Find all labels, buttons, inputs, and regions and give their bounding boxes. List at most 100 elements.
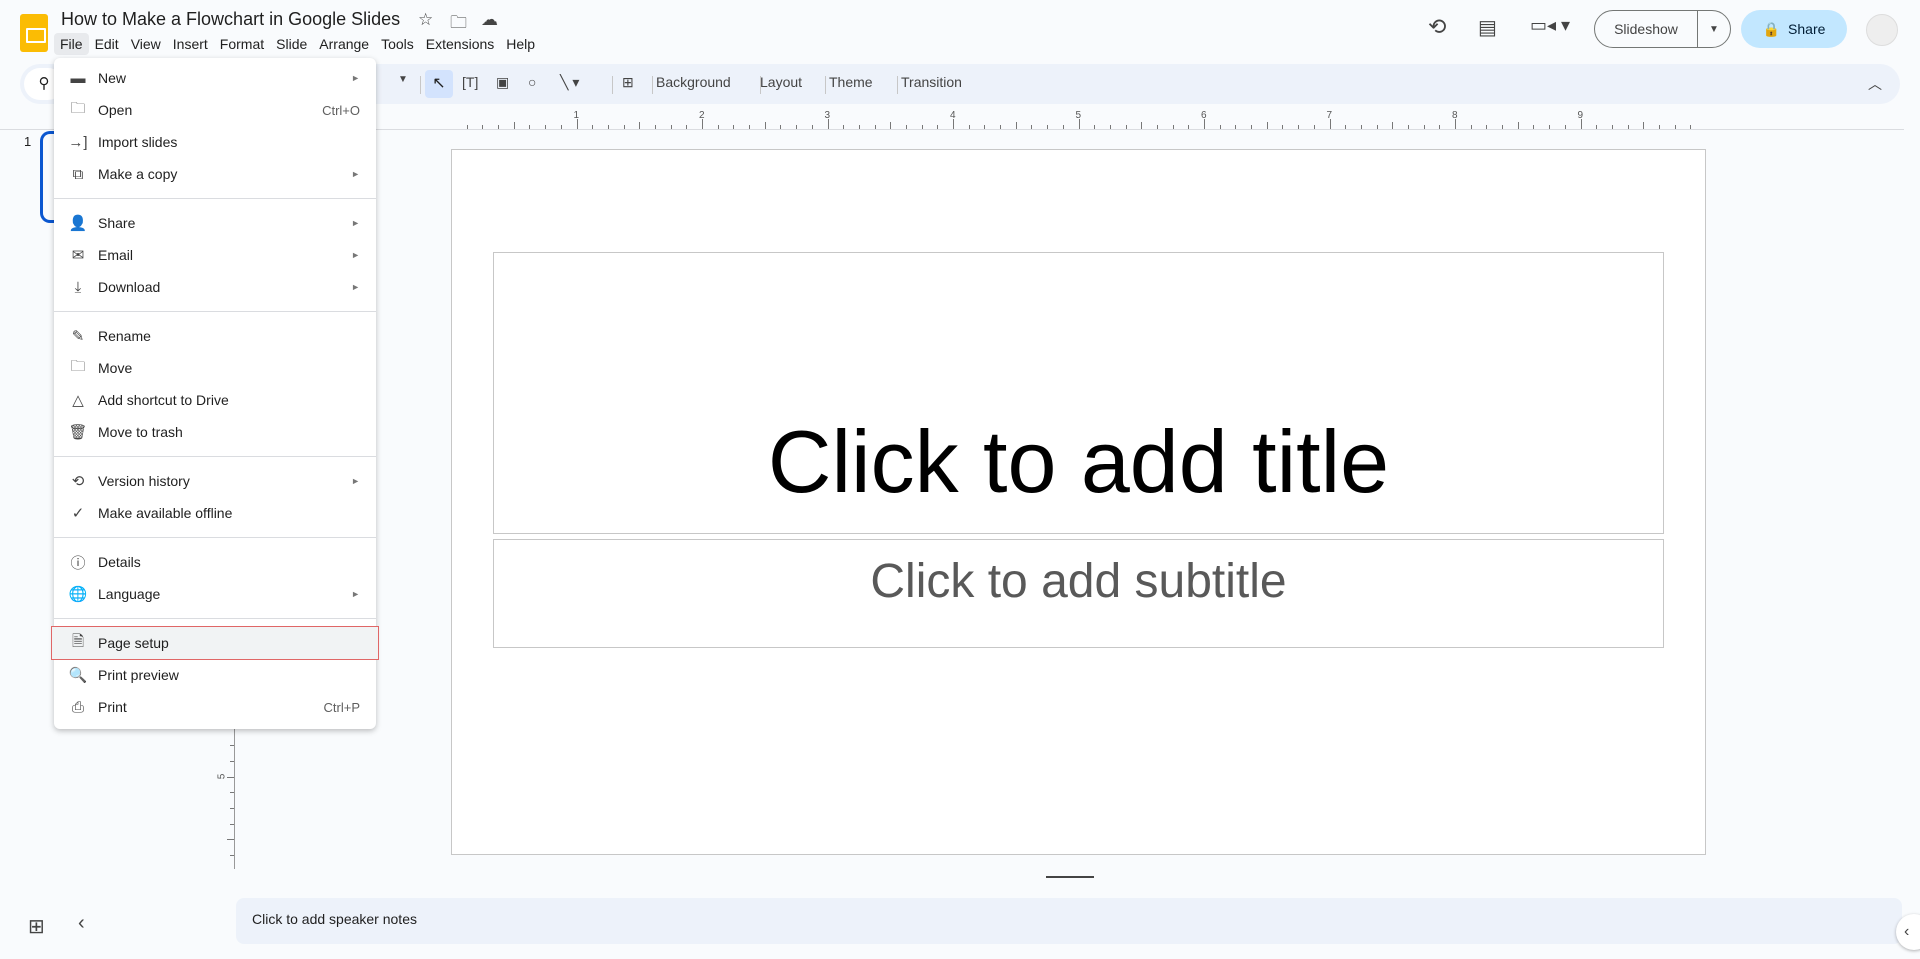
ruler-tick: [513, 122, 515, 129]
background-button[interactable]: Background: [656, 74, 731, 90]
speaker-notes[interactable]: Click to add speaker notes: [236, 898, 1902, 944]
menu-item-print-preview[interactable]: 🔍 Print preview: [54, 659, 376, 691]
ruler-tick: [670, 125, 672, 129]
menu-item-new[interactable]: ▬ New ►: [54, 62, 376, 94]
zoom-dropdown-icon[interactable]: ▼: [398, 74, 408, 85]
transition-button[interactable]: Transition: [901, 74, 962, 90]
slides-logo[interactable]: [20, 14, 48, 52]
insert-image-icon[interactable]: ▣: [496, 74, 509, 91]
collapse-toolbar-icon[interactable]: ︿: [1868, 74, 1882, 94]
ruler-tick: [1549, 125, 1551, 129]
ruler-tick: [984, 125, 986, 129]
submenu-arrow-icon: ►: [351, 589, 360, 599]
menu-item-label: Download: [98, 279, 161, 295]
ruler-label: 8: [1452, 110, 1458, 121]
ruler-tick: [749, 125, 751, 129]
menubar: File Edit View Insert Format Slide Arrange Tool…: [54, 33, 541, 55]
layout-button[interactable]: Layout: [760, 74, 802, 90]
shape-icon[interactable]: ○: [528, 74, 536, 90]
menu-item-share[interactable]: 👤 Share ►: [54, 207, 376, 239]
submenu-arrow-icon: ►: [351, 250, 360, 260]
menu-file[interactable]: File: [54, 33, 89, 55]
slide-canvas[interactable]: Click to add title Click to add subtitle: [451, 149, 1706, 855]
comments-icon[interactable]: ▤: [1478, 15, 1497, 40]
title-placeholder[interactable]: Click to add title: [493, 252, 1664, 534]
ruler-tick: [1219, 125, 1221, 129]
menu-item-label: Make available offline: [98, 505, 233, 521]
ruler-tick: [592, 125, 594, 129]
menu-item-label: Print preview: [98, 667, 179, 683]
ruler-tick: [227, 839, 234, 841]
horizontal-ruler[interactable]: 1 2 3 4 5 6 7 8 9: [451, 110, 1706, 130]
menu-format[interactable]: Format: [214, 33, 270, 55]
ruler-tick: [1643, 122, 1645, 129]
subtitle-placeholder[interactable]: Click to add subtitle: [493, 539, 1664, 648]
slideshow-dropdown-icon[interactable]: ▼: [1697, 11, 1730, 47]
submenu-arrow-icon: ►: [351, 476, 360, 486]
menu-item-label: Page setup: [98, 635, 169, 651]
menu-item-print[interactable]: ⎙ Print Ctrl+P: [54, 691, 376, 723]
collapse-filmstrip-icon[interactable]: ‹: [78, 912, 85, 935]
add-comment-icon[interactable]: ⊞: [622, 74, 634, 91]
select-tool-icon[interactable]: ↖: [425, 70, 453, 98]
menu-item-rename[interactable]: ✎ Rename: [54, 320, 376, 352]
menu-item-download[interactable]: ⤓ Download ►: [54, 271, 376, 303]
menu-insert[interactable]: Insert: [167, 33, 214, 55]
ruler-tick: [717, 125, 719, 129]
theme-button[interactable]: Theme: [829, 74, 873, 90]
menu-item-make-a-copy[interactable]: ⧉ Make a copy ►: [54, 158, 376, 190]
menu-item-make-available-offline[interactable]: ✓ Make available offline: [54, 497, 376, 529]
menu-edit[interactable]: Edit: [89, 33, 125, 55]
shortcut-label: Ctrl+P: [323, 699, 360, 715]
slideshow-button[interactable]: Slideshow ▼: [1594, 10, 1731, 48]
text-box-icon[interactable]: [T]: [462, 74, 478, 90]
ruler-tick: [1486, 125, 1488, 129]
ruler-tick: [1266, 122, 1268, 129]
menu-item-page-setup[interactable]: 🗎 Page setup: [51, 626, 379, 660]
ruler-tick: [1125, 125, 1127, 129]
avatar[interactable]: [1866, 14, 1898, 46]
menu-item-move[interactable]: 🗀 Move: [54, 352, 376, 384]
menu-extensions[interactable]: Extensions: [420, 33, 500, 55]
share-label: Share: [1788, 21, 1826, 37]
menu-item-move-to-trash[interactable]: 🗑 Move to trash: [54, 416, 376, 448]
share-button[interactable]: 🔒 Share: [1741, 10, 1847, 48]
ruler-tick: [230, 854, 234, 856]
ruler-label: 5: [1075, 110, 1082, 121]
side-panel-toggle-icon[interactable]: ‹: [1896, 914, 1920, 950]
menu-item-version-history[interactable]: ⟲ Version history ►: [54, 465, 376, 497]
menu-item-details[interactable]: ⓘ Details: [54, 546, 376, 578]
menu-help[interactable]: Help: [500, 33, 541, 55]
menu-item-import-slides[interactable]: →] Import slides: [54, 126, 376, 158]
ruler-tick: [1470, 125, 1472, 129]
document-title[interactable]: How to Make a Flowchart in Google Slides: [61, 9, 400, 30]
ruler-tick: [890, 122, 892, 129]
grid-view-icon[interactable]: ⊞: [28, 914, 45, 939]
ruler-tick: [843, 125, 845, 129]
menu-arrange[interactable]: Arrange: [313, 33, 375, 55]
menu-slide[interactable]: Slide: [270, 33, 313, 55]
notes-resize-handle[interactable]: [1046, 876, 1094, 878]
ruler-tick: [1439, 125, 1441, 129]
ruler-tick: [796, 125, 798, 129]
ruler-tick: [1251, 125, 1253, 129]
meet-video-icon[interactable]: ▭◂ ▾: [1530, 15, 1570, 36]
menu-item-add-shortcut-to-drive[interactable]: △ Add shortcut to Drive: [54, 384, 376, 416]
menu-item-label: New: [98, 70, 127, 86]
star-icon[interactable]: ☆: [418, 10, 433, 30]
cloud-saved-icon[interactable]: ☁: [481, 10, 498, 30]
ruler-tick: [1062, 125, 1064, 129]
page-icon: 🗎: [71, 632, 85, 650]
menu-tools[interactable]: Tools: [375, 33, 420, 55]
version-history-icon[interactable]: ⟲: [1428, 14, 1446, 40]
menu-item-email[interactable]: ✉ Email ►: [54, 239, 376, 271]
ruler-tick: [623, 125, 625, 129]
lock-icon: 🔒: [1762, 20, 1781, 37]
menu-view[interactable]: View: [125, 33, 167, 55]
ruler-tick: [1298, 125, 1300, 129]
menu-item-language[interactable]: 🌐 Language ►: [54, 578, 376, 610]
menu-item-open[interactable]: 🗀 Open Ctrl+O: [54, 94, 376, 126]
ruler-label: 7: [1326, 110, 1333, 121]
line-icon[interactable]: ╲ ▾: [560, 74, 579, 91]
menu-item-label: Details: [98, 554, 141, 570]
